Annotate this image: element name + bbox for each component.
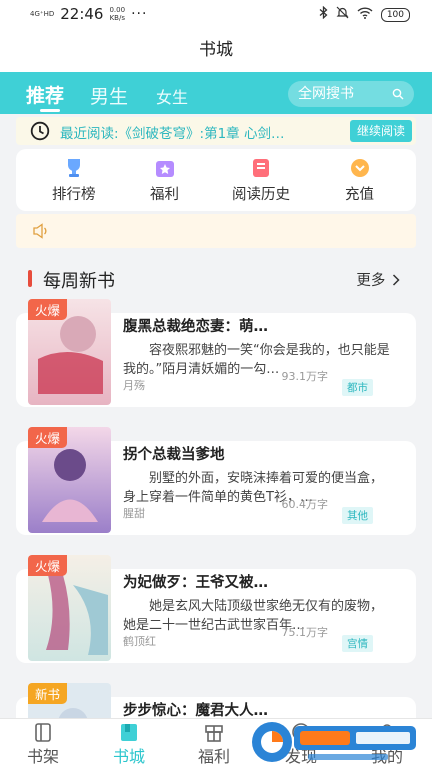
coin-icon	[350, 159, 369, 177]
signal-indicator: 4G⁺HD	[30, 10, 55, 18]
history-entry[interactable]: 阅读历史	[232, 157, 290, 204]
section-title: 每周新书	[43, 271, 115, 292]
continue-reading-button[interactable]: 继续阅读	[350, 120, 412, 142]
history-icon	[253, 159, 269, 177]
book-author: 腥甜	[123, 507, 145, 520]
weekly-new-books-header: 每周新书 更多	[0, 264, 432, 294]
section-accent-bar	[28, 270, 32, 287]
book-word-count: 75.1万字	[281, 626, 329, 639]
watermark-logo	[248, 718, 420, 766]
recharge-entry[interactable]: 充值	[345, 157, 374, 204]
book-category-tag: 宫情	[342, 635, 373, 652]
clock-time: 22:46	[60, 5, 104, 23]
more-notifications-icon: ···	[131, 6, 148, 22]
hot-badge: 火爆	[28, 427, 68, 448]
nav-bookstore[interactable]: 书城	[94, 721, 164, 767]
bookstore-icon	[121, 724, 137, 741]
network-speed: 0.00 KB/s	[109, 6, 126, 22]
book-cover: 火爆	[28, 555, 111, 661]
search-placeholder: 全网搜书	[298, 86, 354, 102]
battery-indicator: 100	[380, 7, 410, 22]
book-title: 步步惊心：魔君大人…	[123, 703, 268, 719]
search-icon	[392, 88, 404, 100]
trophy-icon	[67, 159, 80, 177]
book-author: 鹤顶红	[123, 635, 156, 648]
quick-entry-panel: 排行榜 福利 阅读历史 充值	[16, 149, 416, 211]
announcement-bar[interactable]	[16, 214, 416, 248]
welfare-entry[interactable]: 福利	[150, 157, 179, 204]
book-description: 别墅的外面，安晓沫捧着可爱的便当盒，身上穿着一件简单的黄色T衫，…	[123, 471, 384, 505]
hot-badge: 火爆	[28, 555, 68, 576]
nav-bookshelf[interactable]: 书架	[8, 721, 78, 767]
new-badge: 新书	[28, 683, 68, 704]
chevron-right-icon	[392, 274, 400, 286]
book-author: 月殇	[123, 379, 145, 392]
book-word-count: 60.4万字	[281, 498, 329, 511]
gift-icon	[155, 161, 174, 177]
search-input[interactable]: 全网搜书	[288, 81, 414, 107]
book-cover: 火爆	[28, 427, 111, 533]
tab-female[interactable]: 女生	[156, 84, 188, 108]
wifi-icon	[357, 6, 373, 23]
book-description: 容夜熙邪魅的一笑“你会是我的，也只能是我的。”陌月清妖媚的一勾…	[123, 343, 390, 377]
category-tab-bar: 推荐 男生 女生 全网搜书	[0, 72, 432, 114]
mute-bell-icon	[336, 6, 349, 23]
book-title: 为妃做歹：王爷又被…	[123, 575, 268, 591]
book-title: 拐个总裁当爹地	[123, 447, 225, 463]
hot-badge: 火爆	[28, 299, 68, 320]
nav-welfare[interactable]: 福利	[179, 721, 249, 767]
active-tab-indicator	[40, 109, 60, 112]
book-card[interactable]: 火爆 为妃做歹：王爷又被… 她是玄风大陆顶级世家绝无仅有的废物，她是二十一世纪古…	[16, 555, 416, 663]
welfare-icon	[205, 725, 223, 742]
book-title: 腹黑总裁绝恋妻：萌…	[123, 319, 268, 335]
clock-icon	[30, 121, 50, 141]
ranking-entry[interactable]: 排行榜	[52, 157, 96, 204]
book-description: 她是玄风大陆顶级世家绝无仅有的废物，她是二十一世纪古武世家百年…	[123, 599, 384, 633]
book-cover: 火爆	[28, 299, 111, 405]
book-word-count: 93.1万字	[281, 370, 329, 383]
tab-male[interactable]: 男生	[90, 82, 128, 109]
more-button[interactable]: 更多	[356, 269, 400, 290]
book-card[interactable]: 火爆 拐个总裁当爹地 别墅的外面，安晓沫捧着可爱的便当盒，身上穿着一件简单的黄色…	[16, 427, 416, 535]
book-card[interactable]: 火爆 腹黑总裁绝恋妻：萌… 容夜熙邪魅的一笑“你会是我的，也只能是我的。”陌月清…	[16, 299, 416, 407]
bluetooth-icon	[319, 5, 328, 23]
status-bar: 4G⁺HD 22:46 0.00 KB/s ··· 100	[0, 0, 432, 28]
recent-reading-text: 最近阅读:《剑破苍穹》:第1章 心剑…	[60, 126, 285, 142]
bookshelf-icon	[35, 723, 51, 742]
recent-reading-bar[interactable]: 最近阅读:《剑破苍穹》:第1章 心剑… 继续阅读	[16, 117, 416, 145]
speaker-icon	[33, 223, 47, 239]
tab-recommend[interactable]: 推荐	[26, 81, 64, 108]
page-title: 书城	[0, 28, 432, 72]
book-category-tag: 其他	[342, 507, 373, 524]
book-category-tag: 都市	[342, 379, 373, 396]
